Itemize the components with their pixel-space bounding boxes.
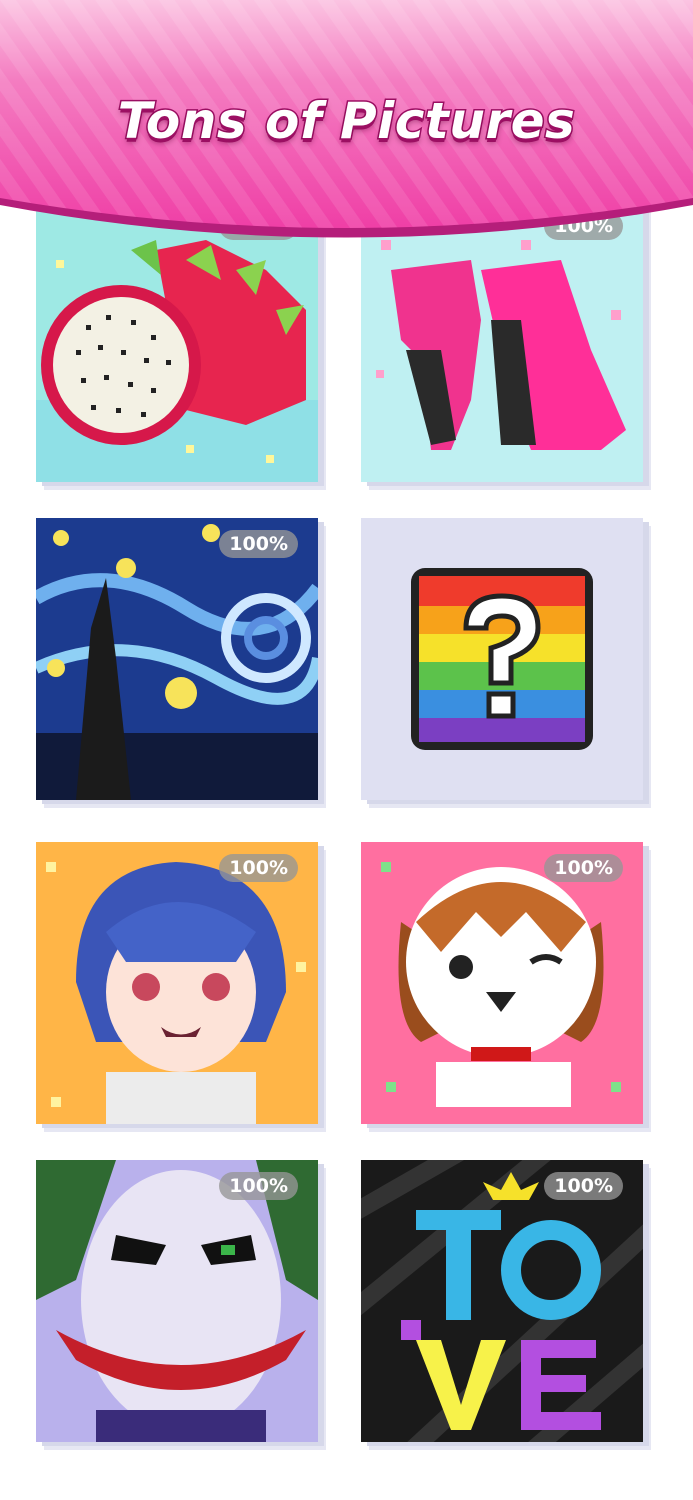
progress-badge: 100% (219, 854, 298, 882)
picture-card-mystery-rainbow-box[interactable] (361, 518, 643, 800)
love-text-image (361, 1160, 643, 1442)
puppy-image (361, 842, 643, 1124)
page-title: Tons of Pictures (116, 91, 576, 152)
anime-girl-image (36, 842, 318, 1124)
progress-badge: 100% (219, 1172, 298, 1200)
picture-card-joker[interactable]: 100% (36, 1160, 318, 1442)
joker-image (36, 1160, 318, 1442)
picture-card-love-text[interactable]: 100% (361, 1160, 643, 1442)
picture-card-puppy[interactable]: 100% (361, 842, 643, 1124)
header-banner: Tons of Pictures (0, 0, 693, 250)
progress-badge: 100% (544, 854, 623, 882)
starry-night-image (36, 518, 318, 800)
progress-badge: 100% (544, 1172, 623, 1200)
picture-card-starry-night[interactable]: 100% (36, 518, 318, 800)
progress-badge: 100% (219, 530, 298, 558)
picture-card-anime-girl[interactable]: 100% (36, 842, 318, 1124)
question-mark-icon (361, 518, 643, 800)
